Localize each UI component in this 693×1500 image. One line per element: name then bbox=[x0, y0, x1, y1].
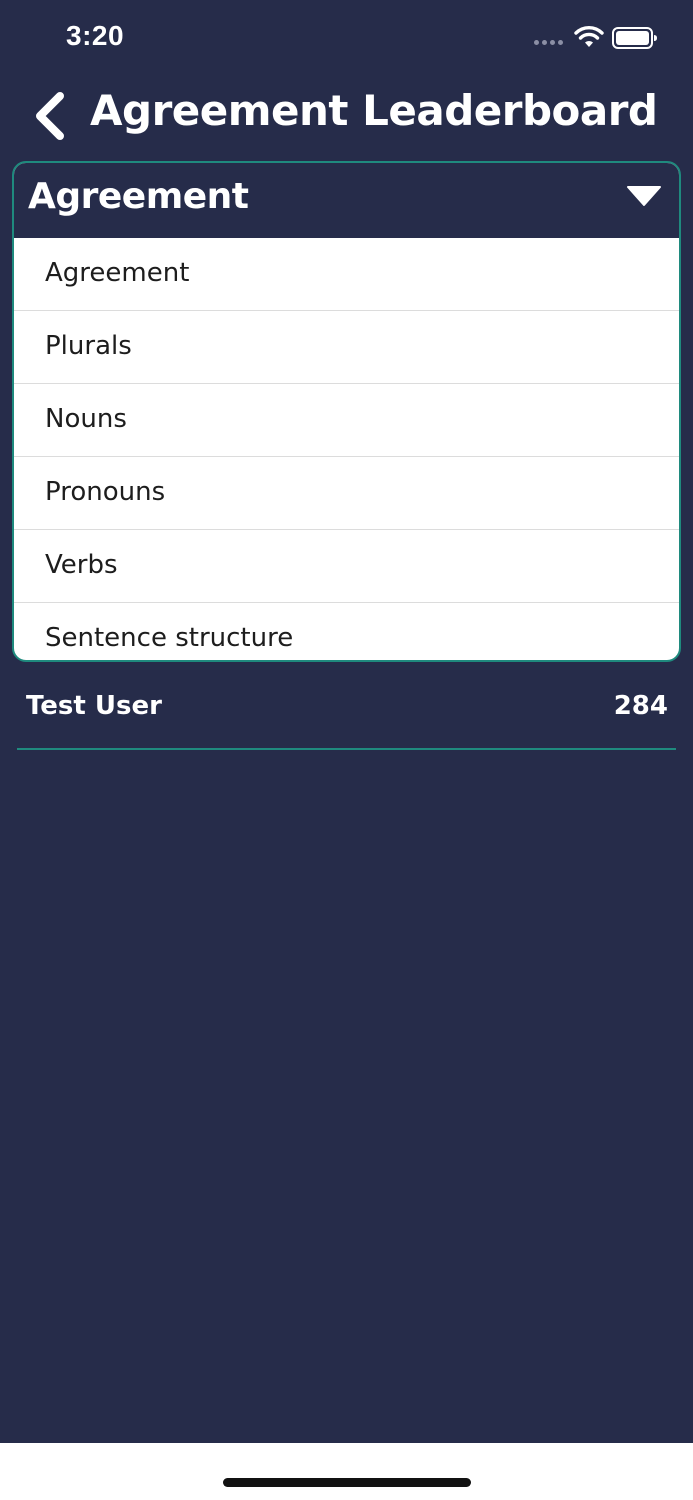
option-label: Verbs bbox=[45, 550, 118, 580]
category-dropdown[interactable]: Agreement Agreement Plurals Nouns Pronou… bbox=[12, 161, 681, 662]
leaderboard-user-name: Test User bbox=[26, 691, 162, 721]
status-time: 3:20 bbox=[66, 20, 125, 51]
leaderboard-list: Test User 284 bbox=[17, 670, 676, 750]
dropdown-options: Agreement Plurals Nouns Pronouns Verbs S… bbox=[14, 238, 679, 660]
page-title: Agreement Leaderboard bbox=[90, 86, 658, 135]
chevron-left-icon[interactable] bbox=[30, 90, 70, 142]
dropdown-header[interactable]: Agreement bbox=[14, 163, 679, 238]
option-label: Agreement bbox=[45, 258, 190, 288]
signal-dots-icon bbox=[534, 40, 563, 45]
dropdown-option-pronouns[interactable]: Pronouns bbox=[14, 457, 679, 530]
option-label: Pronouns bbox=[45, 477, 166, 507]
dropdown-option-sentence-structure[interactable]: Sentence structure bbox=[14, 603, 679, 660]
wifi-icon bbox=[574, 26, 604, 47]
status-bar: 3:20 bbox=[0, 0, 693, 78]
header: Agreement Leaderboard bbox=[0, 78, 693, 160]
dropdown-option-nouns[interactable]: Nouns bbox=[14, 384, 679, 457]
leaderboard-user-score: 284 bbox=[613, 691, 668, 721]
home-indicator[interactable] bbox=[223, 1478, 471, 1487]
dropdown-option-agreement[interactable]: Agreement bbox=[14, 238, 679, 311]
caret-down-icon[interactable] bbox=[626, 185, 662, 207]
dropdown-option-plurals[interactable]: Plurals bbox=[14, 311, 679, 384]
dropdown-selected-value: Agreement bbox=[28, 176, 249, 217]
option-label: Sentence structure bbox=[45, 623, 294, 653]
option-label: Plurals bbox=[45, 331, 132, 361]
option-label: Nouns bbox=[45, 404, 127, 434]
leaderboard-row: Test User 284 bbox=[17, 670, 676, 750]
dropdown-option-verbs[interactable]: Verbs bbox=[14, 530, 679, 603]
battery-icon bbox=[612, 27, 657, 49]
home-indicator-area bbox=[0, 1443, 693, 1500]
